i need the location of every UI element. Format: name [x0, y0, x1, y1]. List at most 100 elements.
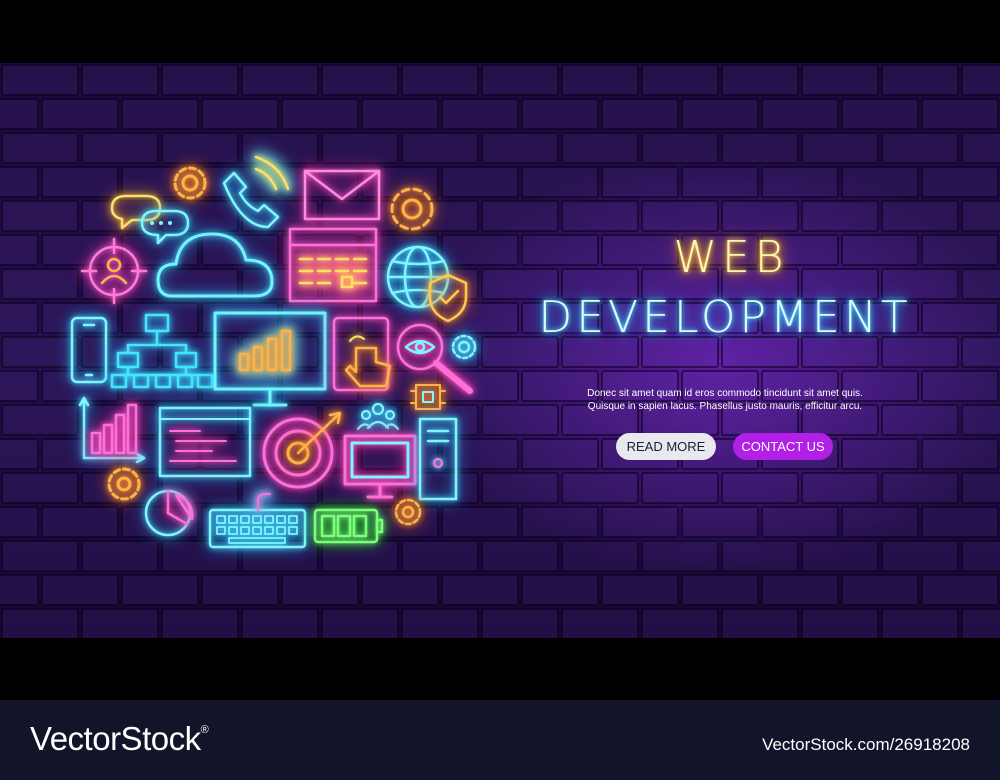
keyboard-icon — [208, 493, 307, 549]
pie-chart-icon — [144, 489, 194, 537]
brick — [641, 64, 719, 96]
envelope-icon — [303, 169, 381, 221]
chip-icon — [410, 384, 446, 410]
neon-banner — [0, 63, 1000, 638]
brick — [521, 98, 599, 130]
brick — [801, 64, 879, 96]
brick — [961, 64, 1000, 96]
brick — [961, 200, 1000, 232]
brick — [961, 268, 1000, 300]
brick — [801, 200, 879, 232]
brick — [841, 506, 919, 538]
brick — [721, 64, 799, 96]
brick — [841, 166, 919, 198]
description-line-2: Quisque in sapien lacus. Phasellus justo… — [587, 401, 863, 412]
brick — [641, 608, 719, 638]
brick — [721, 472, 799, 504]
brick — [721, 540, 799, 572]
brick — [521, 506, 599, 538]
brick — [601, 506, 679, 538]
banner-description: Donec sit amet quam id eros commodo tinc… — [560, 387, 890, 413]
brick — [961, 472, 1000, 504]
brick — [521, 574, 599, 606]
brick — [801, 540, 879, 572]
brick — [881, 608, 959, 638]
globe-icon — [386, 245, 450, 309]
brick — [521, 166, 599, 198]
brick — [601, 166, 679, 198]
brick — [641, 200, 719, 232]
gear-icon — [394, 498, 422, 526]
brick — [521, 438, 599, 470]
contact-us-button[interactable]: CONTACT US — [733, 433, 833, 460]
brick — [561, 472, 639, 504]
title-web: WEB — [673, 232, 789, 283]
brick — [841, 574, 919, 606]
computer-tower-icon — [418, 417, 458, 501]
gear-icon — [173, 166, 207, 200]
bar-chart-icon — [78, 396, 146, 464]
monitor-chart-icon — [213, 311, 327, 407]
brick — [921, 166, 999, 198]
logo-text: VectorStock — [30, 720, 201, 757]
brick — [921, 370, 999, 402]
read-more-button[interactable]: READ MORE — [616, 433, 716, 460]
target-user-icon — [80, 237, 148, 305]
brick — [841, 234, 919, 266]
brick — [561, 200, 639, 232]
brick — [761, 166, 839, 198]
brick — [801, 608, 879, 638]
brick — [641, 540, 719, 572]
gear-icon — [390, 187, 434, 231]
team-icon — [356, 402, 400, 431]
brick — [641, 132, 719, 164]
brick — [761, 506, 839, 538]
brick — [961, 404, 1000, 436]
brick — [681, 574, 759, 606]
brick — [561, 132, 639, 164]
brick — [761, 574, 839, 606]
brick — [561, 608, 639, 638]
brick — [881, 472, 959, 504]
brick — [561, 540, 639, 572]
brick — [921, 574, 999, 606]
web-development-icon-cluster — [70, 155, 477, 549]
phone-icon — [222, 155, 290, 229]
brick — [601, 98, 679, 130]
gear-icon — [451, 334, 477, 360]
brick — [881, 404, 959, 436]
desktop-icon — [343, 434, 417, 499]
brick — [681, 98, 759, 130]
brick — [801, 132, 879, 164]
brick — [721, 608, 799, 638]
code-window-icon — [158, 406, 252, 478]
brick — [921, 438, 999, 470]
brick — [641, 472, 719, 504]
brick — [881, 200, 959, 232]
brick — [561, 64, 639, 96]
brick — [721, 132, 799, 164]
brick — [521, 234, 599, 266]
cloud-icon — [156, 232, 274, 298]
brick — [681, 166, 759, 198]
smartphone-icon — [70, 316, 108, 384]
brick — [681, 506, 759, 538]
chat-bubbles-icon — [110, 194, 190, 245]
target-arrow-icon — [262, 411, 342, 489]
brick — [841, 438, 919, 470]
brick — [841, 98, 919, 130]
brick — [961, 540, 1000, 572]
sitemap-icon — [110, 313, 214, 389]
brick — [961, 608, 1000, 638]
brick — [961, 336, 1000, 368]
image-id-text: VectorStock.com/26918208 — [762, 735, 970, 754]
brick — [921, 234, 999, 266]
brick — [601, 574, 679, 606]
gear-icon — [107, 467, 141, 501]
brick — [881, 540, 959, 572]
tablet-touch-icon — [332, 316, 392, 392]
battery-icon — [313, 508, 384, 544]
brick — [721, 200, 799, 232]
brick — [921, 506, 999, 538]
brick — [881, 132, 959, 164]
